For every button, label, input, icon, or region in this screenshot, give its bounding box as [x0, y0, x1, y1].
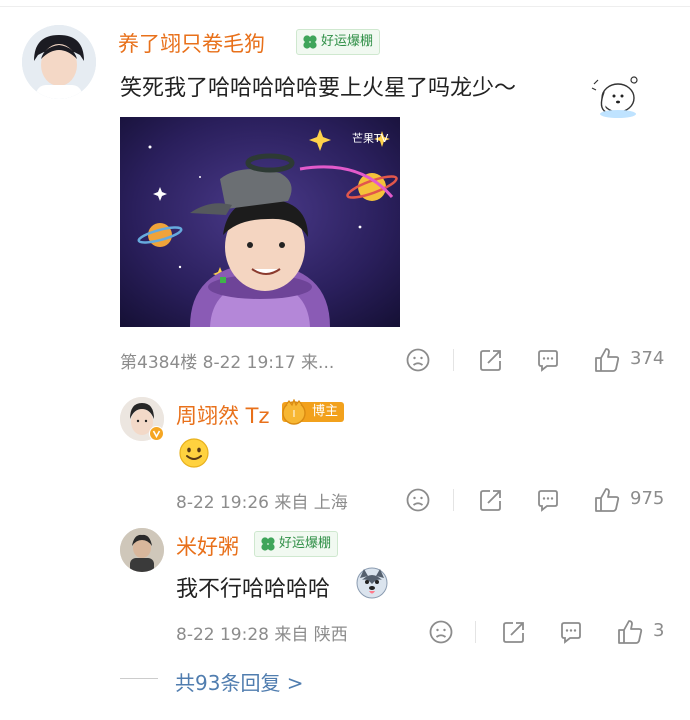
user-avatar[interactable] — [22, 25, 96, 99]
badge-label: 好运爆棚 — [279, 536, 332, 551]
husky-emoji-icon — [355, 566, 389, 604]
like-count: 374 — [630, 348, 665, 369]
dislike-icon[interactable] — [428, 619, 454, 645]
like-count: 975 — [630, 488, 665, 509]
comment-icon[interactable] — [535, 347, 561, 373]
comment-username[interactable]: 养了翊只卷毛狗 — [118, 28, 265, 58]
divider — [453, 349, 454, 371]
more-replies-dash — [120, 678, 158, 679]
like-icon[interactable] — [593, 486, 621, 514]
smile-emoji-icon — [178, 437, 210, 473]
share-icon[interactable] — [501, 619, 527, 645]
share-icon[interactable] — [478, 347, 504, 373]
lucky-badge: 好运爆棚 — [254, 531, 339, 557]
reply-text: 我不行哈哈哈哈 — [176, 577, 331, 602]
divider — [453, 489, 454, 511]
mango-tv-watermark: 芒果TV — [352, 132, 389, 145]
blogger-label: 博主 — [312, 404, 339, 419]
badge-label: 好运爆棚 — [321, 34, 374, 49]
fan-crown-icon: Ⅰ — [282, 399, 306, 425]
comment-meta: 第4384楼 8-22 19:17 来... — [120, 353, 335, 373]
reply-meta: 8-22 19:26 来自 上海 — [176, 493, 348, 513]
like-icon[interactable] — [593, 346, 621, 374]
more-replies-link[interactable]: 共93条回复 > — [175, 667, 304, 696]
dislike-icon[interactable] — [405, 487, 431, 513]
comment-icon[interactable] — [558, 619, 584, 645]
comment-text: 笑死我了哈哈哈哈哈要上火星了吗龙少～ — [120, 76, 517, 101]
reply-avatar[interactable] — [120, 528, 164, 572]
comment-image[interactable]: 芒果TV — [120, 117, 400, 327]
divider — [475, 621, 476, 643]
reply-username[interactable]: 米好粥 — [176, 531, 239, 561]
blogger-badge: Ⅰ 博主 — [282, 399, 344, 425]
pochacco-sticker-icon — [588, 68, 646, 124]
dislike-icon[interactable] — [405, 347, 431, 373]
lucky-badge: 好运爆棚 — [296, 29, 381, 55]
clover-icon — [261, 537, 275, 551]
comment-icon[interactable] — [535, 487, 561, 513]
top-divider — [0, 6, 690, 7]
reply-meta: 8-22 19:28 来自 陕西 — [176, 625, 348, 645]
verified-icon — [149, 426, 164, 445]
clover-icon — [303, 35, 317, 49]
reply-username[interactable]: 周翊然 Tz — [176, 400, 270, 430]
share-icon[interactable] — [478, 487, 504, 513]
svg-text:Ⅰ: Ⅰ — [293, 409, 296, 420]
like-icon[interactable] — [616, 618, 644, 646]
like-count: 3 — [653, 620, 665, 641]
